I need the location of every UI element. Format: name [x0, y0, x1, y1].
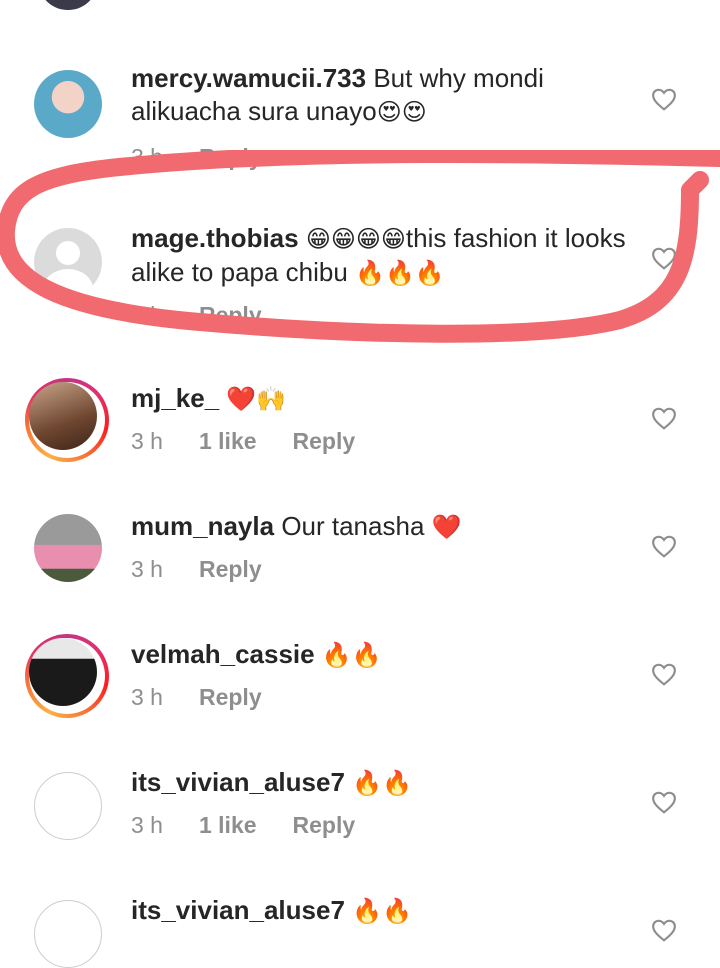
- comment-time: 3 h: [131, 684, 163, 710]
- comment-text: mj_ke_ ❤️🙌: [131, 382, 631, 416]
- likes-count[interactable]: 1 like: [199, 812, 257, 839]
- comment-text: velmah_cassie 🔥🔥: [131, 638, 631, 672]
- avatar-partial-top[interactable]: [40, 0, 96, 10]
- heart-outline-icon[interactable]: [651, 534, 677, 558]
- comment-emojis: 🔥🔥: [352, 770, 412, 797]
- comment-text: its_vivian_aluse7 🔥🔥: [131, 766, 631, 800]
- comment-meta: 3 h Reply: [131, 684, 298, 711]
- comment-time: 3 h: [131, 812, 163, 838]
- comment-username[interactable]: velmah_cassie: [131, 639, 315, 669]
- default-avatar-icon[interactable]: [34, 772, 102, 840]
- comment-emojis: ❤️: [431, 514, 462, 541]
- avatar[interactable]: [34, 514, 102, 582]
- likes-count[interactable]: 1 like: [199, 428, 257, 455]
- avatar[interactable]: [34, 70, 102, 138]
- comment-emojis: 🔥🔥: [352, 898, 412, 925]
- heart-outline-icon[interactable]: [651, 87, 677, 111]
- comment-meta: 3 h 1 like Reply: [131, 428, 391, 455]
- default-avatar-icon[interactable]: [34, 900, 102, 968]
- avatar[interactable]: [29, 638, 97, 706]
- comment-body: Our tanasha: [281, 511, 425, 541]
- comment-username[interactable]: its_vivian_aluse7: [131, 895, 345, 925]
- comment-meta: 3 h Reply: [131, 302, 298, 329]
- comment-username[interactable]: its_vivian_aluse7: [131, 767, 345, 797]
- heart-outline-icon[interactable]: [651, 790, 677, 814]
- reply-button[interactable]: Reply: [293, 428, 356, 455]
- reply-button[interactable]: Reply: [199, 684, 262, 711]
- reply-button[interactable]: Reply: [199, 144, 262, 171]
- reply-button[interactable]: Reply: [199, 556, 262, 583]
- comment-text: mercy.wamucii.733 But why mondi alikuach…: [131, 62, 631, 129]
- story-ring[interactable]: [25, 378, 109, 462]
- comment-time: 3 h: [131, 428, 163, 454]
- comment-meta: 3 h Reply: [131, 144, 298, 171]
- comment-meta: 3 h 1 like Reply: [131, 812, 391, 839]
- comment-emojis: 🔥🔥🔥: [355, 260, 445, 287]
- heart-outline-icon[interactable]: [651, 406, 677, 430]
- comment-text: its_vivian_aluse7 🔥🔥: [131, 894, 631, 928]
- avatar[interactable]: [29, 382, 97, 450]
- comment-meta: 3 h Reply: [131, 556, 298, 583]
- heart-outline-icon[interactable]: [651, 246, 677, 270]
- heart-outline-icon[interactable]: [651, 918, 677, 942]
- comment-username[interactable]: mum_nayla: [131, 511, 274, 541]
- comment-time: 3 h: [131, 144, 163, 170]
- comment-emojis: 😍😍: [376, 99, 427, 126]
- default-avatar-icon[interactable]: [34, 228, 102, 296]
- reply-button[interactable]: Reply: [199, 302, 262, 329]
- comment-username[interactable]: mercy.wamucii.733: [131, 63, 366, 93]
- comment-emojis: ❤️🙌: [226, 386, 287, 413]
- comment-username[interactable]: mage.thobias: [131, 223, 299, 253]
- comment-text: mum_nayla Our tanasha ❤️: [131, 510, 631, 544]
- comment-emojis: 🔥🔥: [321, 642, 382, 669]
- reply-button[interactable]: Reply: [293, 812, 356, 839]
- story-ring[interactable]: [25, 634, 109, 718]
- heart-outline-icon[interactable]: [651, 662, 677, 686]
- comment-username[interactable]: mj_ke_: [131, 383, 219, 413]
- comment-emojis-prefix: 😁😁😁😁: [305, 226, 406, 253]
- comment-text: mage.thobias 😁😁😁😁this fashion it looks a…: [131, 222, 631, 290]
- comment-time: 3 h: [131, 302, 163, 328]
- comment-time: 3 h: [131, 556, 163, 582]
